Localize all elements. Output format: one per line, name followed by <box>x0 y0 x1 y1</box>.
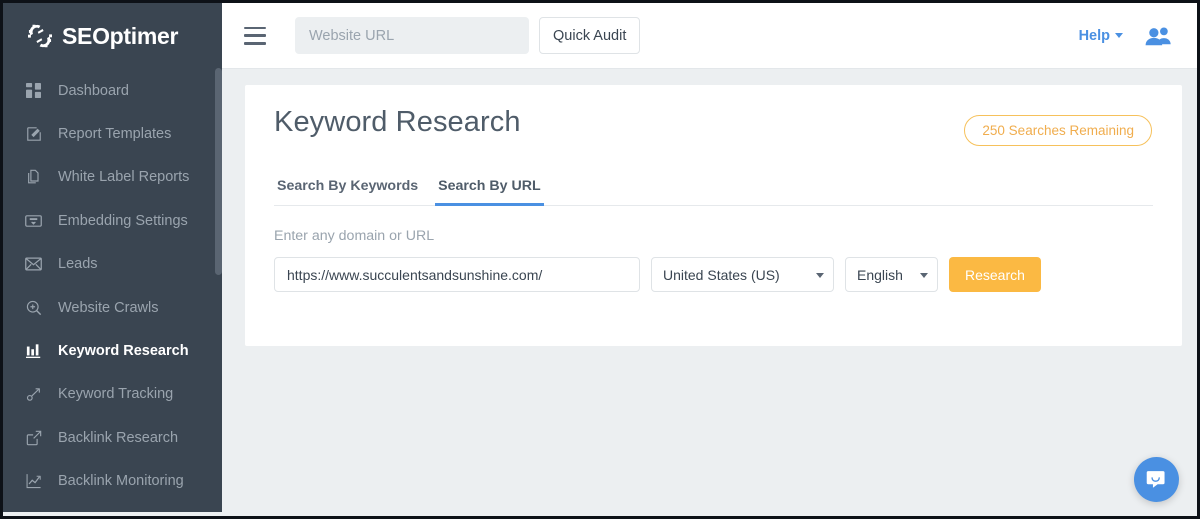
sidebar-item-leads[interactable]: Leads <box>3 243 222 286</box>
sidebar-item-dashboard[interactable]: Dashboard <box>3 69 222 112</box>
topbar-right-group: Help <box>1079 26 1172 46</box>
users-icon[interactable] <box>1145 26 1172 46</box>
keyword-research-card: Keyword Research 250 Searches Remaining … <box>245 85 1182 346</box>
sidebar-item-keyword-tracking[interactable]: Keyword Tracking <box>3 373 222 416</box>
app-window: SEOptimer Dashboard <box>3 3 1197 516</box>
card-header: Keyword Research 250 Searches Remaining <box>245 85 1182 146</box>
domain-field-label: Enter any domain or URL <box>274 228 1182 244</box>
sidebar-item-label: Leads <box>58 256 98 272</box>
searches-remaining-badge: 250 Searches Remaining <box>964 115 1152 146</box>
line-chart-icon <box>25 473 42 490</box>
magnifier-plus-icon <box>25 299 42 316</box>
chevron-down-icon <box>1115 33 1123 38</box>
language-select-wrapper: English <box>845 257 938 292</box>
top-navigation-bar: Quick Audit Help <box>222 3 1197 69</box>
external-link-icon <box>25 429 42 446</box>
hamburger-icon[interactable] <box>244 27 266 45</box>
tab-search-by-url[interactable]: Search By URL <box>435 172 544 206</box>
sidebar-item-backlink-research[interactable]: Backlink Research <box>3 416 222 459</box>
sidebar-item-backlink-monitoring[interactable]: Backlink Monitoring <box>3 460 222 503</box>
sidebar-item-report-templates[interactable]: Report Templates <box>3 112 222 155</box>
tab-search-by-keywords[interactable]: Search By Keywords <box>274 172 421 206</box>
country-select-wrapper: United States (US) <box>651 257 834 292</box>
hamburger-line <box>244 27 266 30</box>
research-button[interactable]: Research <box>949 257 1041 292</box>
main-content: Keyword Research 250 Searches Remaining … <box>222 69 1197 512</box>
sidebar-item-label: Embedding Settings <box>58 213 188 229</box>
pencil-square-icon <box>25 126 42 143</box>
sidebar-item-label: Website Crawls <box>58 300 158 316</box>
sidebar-nav: Dashboard Report Templates <box>3 69 222 503</box>
help-menu-button[interactable]: Help <box>1079 28 1123 44</box>
sidebar: SEOptimer Dashboard <box>3 3 222 512</box>
sidebar-item-label: Dashboard <box>58 83 129 99</box>
trend-arrow-icon <box>25 386 42 403</box>
embed-box-icon <box>25 212 42 229</box>
envelope-icon <box>25 256 42 273</box>
website-url-input[interactable] <box>295 17 529 54</box>
sidebar-item-label: Backlink Research <box>58 430 178 446</box>
hamburger-line <box>244 42 266 45</box>
sidebar-item-keyword-research[interactable]: Keyword Research <box>3 329 222 372</box>
sidebar-item-label: Report Templates <box>58 126 171 142</box>
grid-icon <box>25 82 42 99</box>
intercom-chat-icon[interactable] <box>1134 457 1179 502</box>
copy-pages-icon <box>25 169 42 186</box>
tab-bar: Search By Keywords Search By URL <box>274 172 1153 206</box>
help-label: Help <box>1079 28 1110 44</box>
hamburger-line <box>244 34 266 37</box>
page-title: Keyword Research <box>274 106 521 139</box>
sidebar-item-label: Keyword Tracking <box>58 386 173 402</box>
sidebar-item-white-label-reports[interactable]: White Label Reports <box>3 156 222 199</box>
bar-chart-icon <box>25 343 42 360</box>
sidebar-item-label: White Label Reports <box>58 169 189 185</box>
quick-audit-button[interactable]: Quick Audit <box>539 17 640 54</box>
language-select[interactable]: English <box>845 257 938 292</box>
domain-url-input[interactable] <box>274 257 640 292</box>
sidebar-scrollbar[interactable] <box>215 68 222 275</box>
country-select[interactable]: United States (US) <box>651 257 834 292</box>
sidebar-item-label: Backlink Monitoring <box>58 473 184 489</box>
brand-name: SEOptimer <box>62 23 178 50</box>
sidebar-item-website-crawls[interactable]: Website Crawls <box>3 286 222 329</box>
sidebar-item-embedding-settings[interactable]: Embedding Settings <box>3 199 222 242</box>
sidebar-item-label: Keyword Research <box>58 343 189 359</box>
seoptimer-gears-logo-icon <box>25 21 55 51</box>
search-form-row: United States (US) English Research <box>274 257 1182 292</box>
brand-logo[interactable]: SEOptimer <box>3 3 222 69</box>
